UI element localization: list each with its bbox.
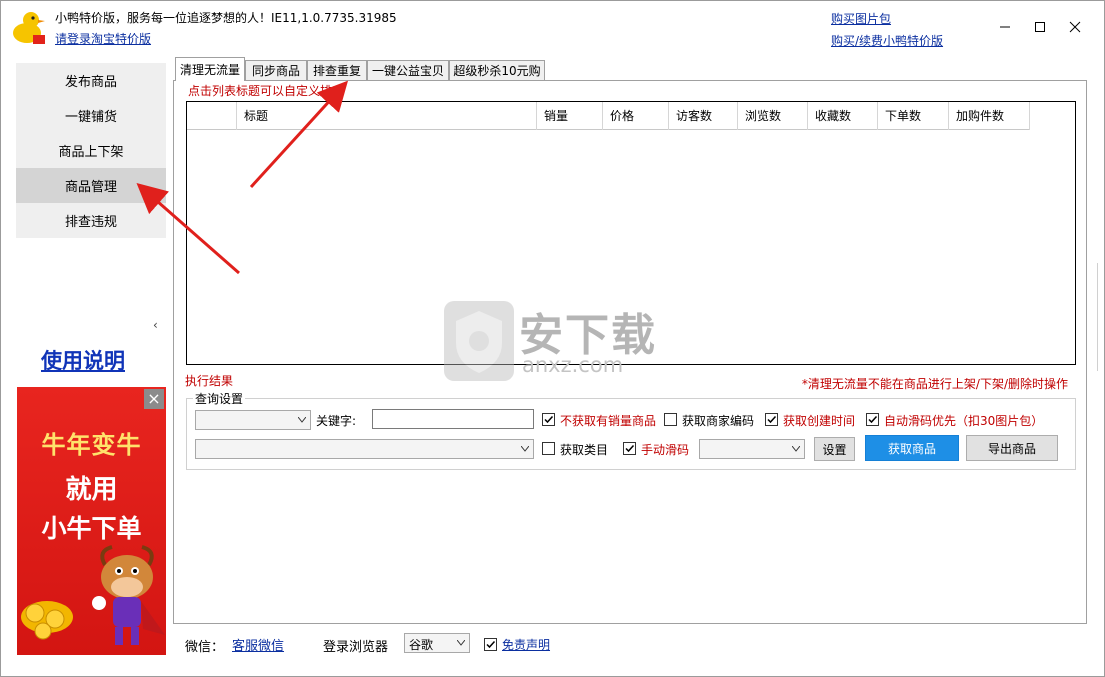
fetch-products-button[interactable]: 获取商品: [865, 435, 959, 461]
grid-col-orders[interactable]: 下单数: [878, 102, 949, 130]
grid-col-cart[interactable]: 加购件数: [949, 102, 1030, 130]
merchant-code-checkbox[interactable]: [664, 413, 677, 426]
usage-instructions-link[interactable]: 使用说明: [41, 345, 125, 375]
auto-slide-label: 自动滑码优先（扣30图片包）: [884, 414, 1044, 428]
ad-banner[interactable]: × 牛年变牛 就用 小牛下单: [17, 387, 166, 655]
login-browser-label: 登录浏览器: [323, 640, 389, 655]
chevron-down-icon: [792, 446, 800, 452]
buy-renew-link[interactable]: 购买/续费小鸭特价版: [831, 32, 943, 49]
duck-logo-icon: [13, 12, 45, 44]
checkmark-icon: [868, 415, 878, 424]
grid-col-visitors[interactable]: 访客数: [669, 102, 738, 130]
sidebar-item-shelf[interactable]: 商品上下架: [16, 133, 166, 168]
tab-check-duplicates[interactable]: 排查重复: [307, 60, 367, 80]
grid-col-select[interactable]: [187, 102, 237, 130]
ad-bull-mascot-icon: [21, 545, 165, 645]
no-sales-label: 不获取有销量商品: [560, 414, 657, 428]
login-browser-value: 谷歌: [409, 638, 434, 652]
grid-header: 标题 销量 价格 访客数 浏览数 收藏数 下单数 加购件数: [187, 102, 1030, 130]
scrollbar-stub[interactable]: [1097, 263, 1105, 371]
app-title: 小鸭特价版，服务每一位追逐梦想的人！IE11,1.0.7735.31985: [55, 11, 397, 25]
login-browser-select[interactable]: 谷歌: [404, 633, 470, 653]
disclaimer-link[interactable]: 免责声明: [502, 636, 550, 653]
chevron-down-icon: [457, 640, 465, 646]
login-link[interactable]: 请登录淘宝特价版: [55, 30, 151, 47]
ad-close-button[interactable]: ×: [144, 389, 164, 409]
checkmark-icon: [486, 640, 496, 649]
query-scope-select[interactable]: [195, 410, 311, 430]
create-time-checkbox[interactable]: [765, 413, 778, 426]
export-products-button[interactable]: 导出商品: [966, 435, 1058, 461]
sort-hint: 点击列表标题可以自定义排序: [188, 84, 345, 98]
auto-slide-checkbox[interactable]: [866, 413, 879, 426]
maximize-button[interactable]: [1025, 15, 1055, 39]
settings-button[interactable]: 设置: [814, 437, 855, 461]
chevron-down-icon: [298, 417, 306, 423]
customer-service-wechat-link[interactable]: 客服微信: [232, 635, 284, 654]
merchant-code-label: 获取商家编码: [682, 414, 755, 428]
category-select[interactable]: [195, 439, 534, 459]
grid-col-price[interactable]: 价格: [603, 102, 669, 130]
slide-mode-select[interactable]: [699, 439, 805, 459]
tab-clean-no-traffic[interactable]: 清理无流量: [175, 57, 245, 81]
ad-headline: 牛年变牛: [41, 431, 142, 459]
sidebar-collapse-button[interactable]: ‹: [153, 318, 158, 332]
close-icon: [1069, 21, 1081, 33]
tab-flash-sale[interactable]: 超级秒杀10元购: [449, 60, 545, 80]
grid-col-title[interactable]: 标题: [237, 102, 537, 130]
checkmark-icon: [767, 415, 777, 424]
sidebar-item-one-click-listing[interactable]: 一键铺货: [16, 98, 166, 133]
ad-product-name: 小牛下单: [41, 514, 142, 543]
app-window: 小鸭特价版，服务每一位追逐梦想的人！IE11,1.0.7735.31985 请登…: [0, 0, 1105, 677]
minimize-icon: [1000, 26, 1010, 28]
close-button[interactable]: [1060, 15, 1090, 39]
execution-note: *清理无流量不能在商品进行上架/下架/删除时操作: [801, 377, 1068, 391]
wechat-label: 微信：: [185, 640, 225, 655]
grid-col-views[interactable]: 浏览数: [738, 102, 808, 130]
sidebar-item-violations[interactable]: 排查违规: [16, 203, 166, 238]
sidebar-item-publish[interactable]: 发布商品: [16, 63, 166, 98]
sidebar: 发布商品 一键铺货 商品上下架 商品管理 排查违规: [16, 63, 166, 238]
checkmark-icon: [544, 415, 554, 424]
category-checkbox[interactable]: [542, 442, 555, 455]
sidebar-item-product-management[interactable]: 商品管理: [16, 168, 166, 203]
grid-col-sales[interactable]: 销量: [537, 102, 603, 130]
grid-col-favorites[interactable]: 收藏数: [808, 102, 878, 130]
ad-subline: 就用: [65, 475, 118, 505]
chevron-down-icon: [521, 446, 529, 452]
checkmark-icon: [625, 444, 635, 453]
category-label: 获取类目: [560, 443, 609, 457]
watermark-domain: anxz.com: [522, 353, 624, 377]
disclaimer-checkbox[interactable]: [484, 638, 497, 651]
keyword-label: 关键字:: [316, 414, 357, 428]
keyword-input[interactable]: [372, 409, 534, 429]
execution-result-label: 执行结果: [185, 374, 234, 388]
tab-charity-item[interactable]: 一键公益宝贝: [367, 60, 449, 80]
minimize-button[interactable]: [990, 15, 1020, 39]
manual-slide-checkbox[interactable]: [623, 442, 636, 455]
no-sales-checkbox[interactable]: [542, 413, 555, 426]
maximize-icon: [1035, 22, 1045, 32]
query-settings-legend: 查询设置: [193, 390, 246, 407]
buy-picture-pack-link[interactable]: 购买图片包: [831, 10, 891, 27]
tab-sync-products[interactable]: 同步商品: [245, 60, 307, 80]
manual-slide-label: 手动滑码: [641, 443, 690, 457]
create-time-label: 获取创建时间: [783, 414, 856, 428]
